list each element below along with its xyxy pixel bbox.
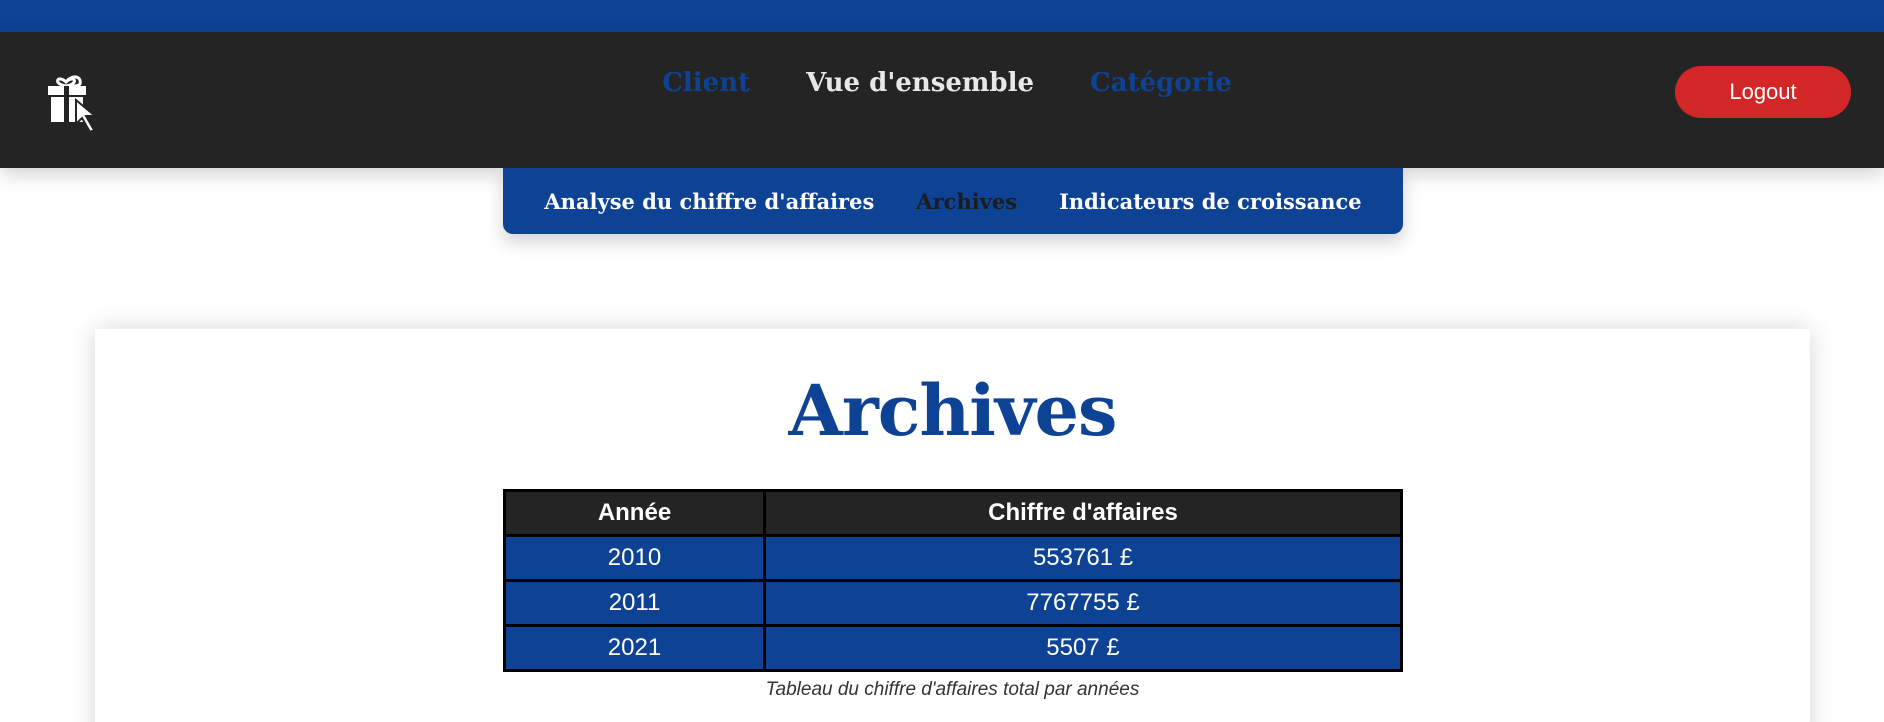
year-cell: 2010 [503, 534, 766, 582]
top-accent-strip [0, 0, 1884, 32]
year-cell: 2011 [503, 579, 766, 627]
revenue-cell: 7767755 £ [763, 579, 1403, 627]
table-caption: Tableau du chiffre d'affaires total par … [765, 679, 1140, 700]
table-row: 2011 7767755 £ [503, 579, 1403, 627]
table-row: 2021 5507 £ [503, 624, 1403, 672]
logout-button[interactable]: Logout [1675, 66, 1851, 118]
column-header-annee: Année [503, 489, 766, 537]
nav-client-link[interactable]: Client [662, 68, 750, 98]
page-title: Archives [788, 369, 1118, 452]
revenue-cell: 553761 £ [763, 534, 1403, 582]
revenue-cell: 5507 £ [763, 624, 1403, 672]
archives-card: Archives Année Chiffre d'affaires 2010 5… [95, 329, 1810, 722]
sub-nav: Analyse du chiffre d'affaires Archives I… [503, 168, 1403, 234]
subnav-archives-link[interactable]: Archives [916, 189, 1017, 214]
subnav-indicateurs-link[interactable]: Indicateurs de croissance [1059, 189, 1362, 214]
year-cell: 2021 [503, 624, 766, 672]
nav-vue-ensemble-link[interactable]: Vue d'ensemble [806, 68, 1034, 98]
subnav-analyse-link[interactable]: Analyse du chiffre d'affaires [544, 189, 874, 214]
nav-categorie-link[interactable]: Catégorie [1090, 68, 1232, 98]
top-navbar: Client Vue d'ensemble Catégorie Logout [0, 32, 1884, 168]
table-header-row: Année Chiffre d'affaires [503, 489, 1403, 537]
column-header-chiffre: Chiffre d'affaires [763, 489, 1403, 537]
table-row: 2010 553761 £ [503, 534, 1403, 582]
revenue-table: Année Chiffre d'affaires 2010 553761 £ 2… [503, 489, 1403, 672]
main-nav: Client Vue d'ensemble Catégorie [0, 68, 1884, 98]
